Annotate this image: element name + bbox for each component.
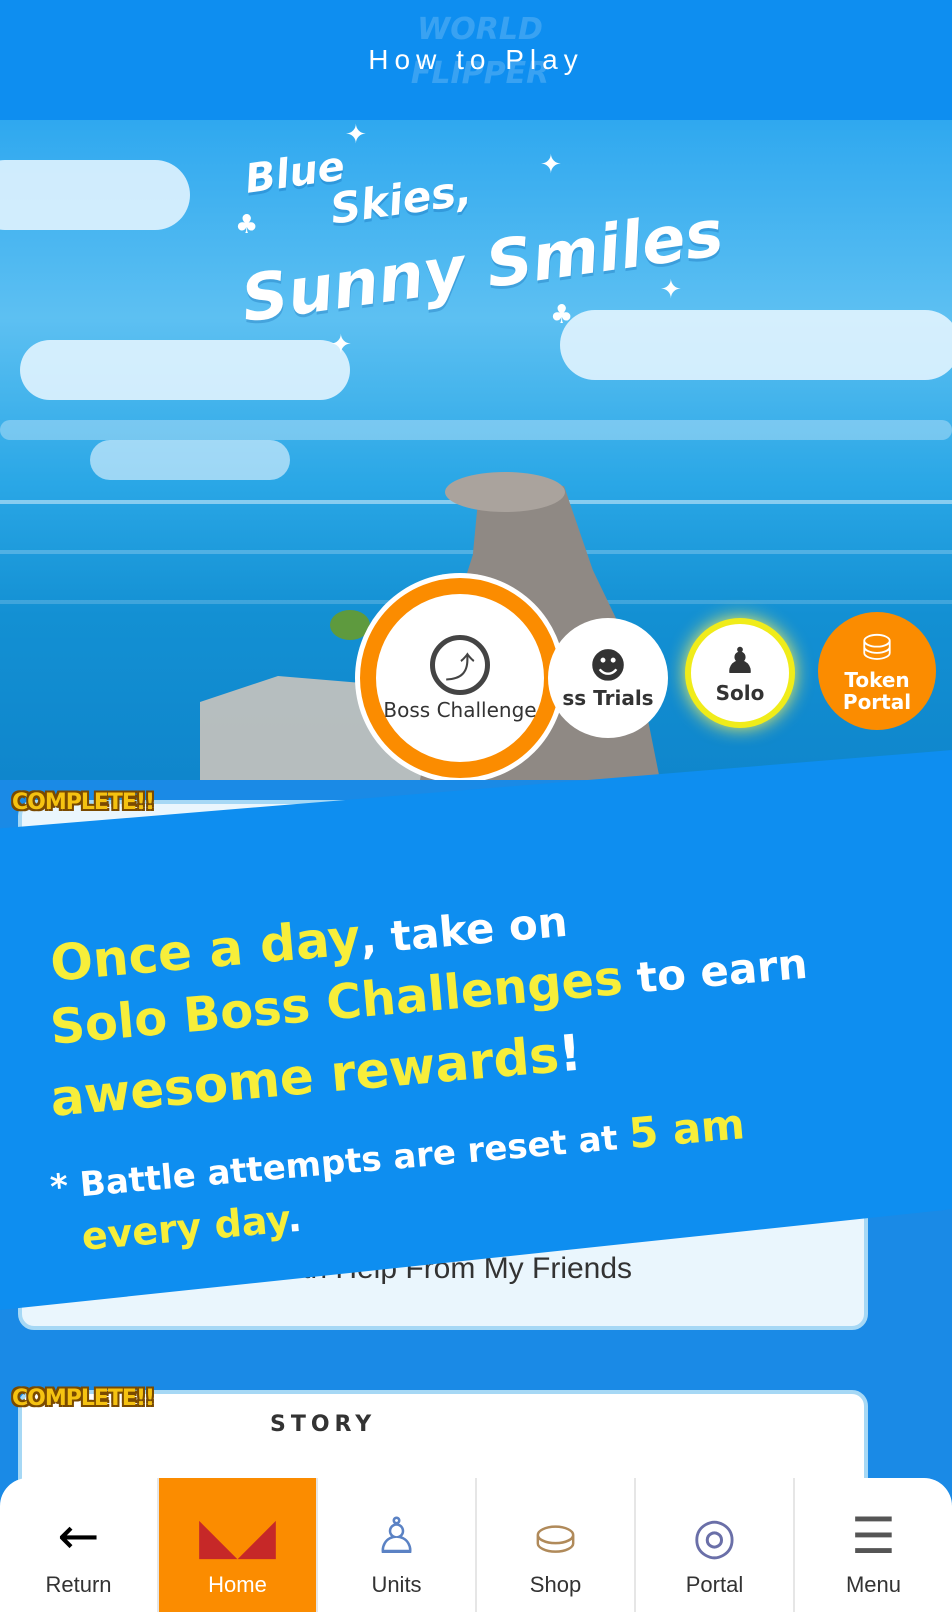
- complete-badge: COMPLETE!!: [12, 790, 155, 815]
- nav-label: Units: [371, 1572, 422, 1597]
- story-label: STORY: [270, 1412, 377, 1437]
- sparkle-icon: ✦: [540, 150, 562, 180]
- boss-challenge-label: Boss Challenge: [383, 698, 537, 722]
- event-scene: Blue Skies, Sunny Smiles ✦ ✦ ♣ ♣ ✦ ✦ ⤴ B…: [0, 120, 952, 780]
- sparkle-icon: ✦: [660, 275, 682, 305]
- shop-bag-icon: ⛀: [534, 1507, 577, 1565]
- bottom-nav: ← Return ◣◢ Home ♙ Units ⛀ Shop ◎ Portal…: [0, 1478, 952, 1612]
- nav-home[interactable]: ◣◢ Home: [157, 1478, 316, 1612]
- sparkle-icon: ✦: [345, 120, 367, 150]
- cloud: [0, 160, 190, 230]
- nav-label: Menu: [845, 1572, 902, 1597]
- portal-gate-icon: ◎: [692, 1507, 737, 1565]
- flipper-icon: ◣◢: [199, 1507, 276, 1565]
- cloud: [560, 310, 952, 380]
- banner-title-line2: Skies,: [327, 165, 475, 234]
- boss-trials-label: ss Trials: [562, 686, 654, 710]
- solo-label: Solo: [715, 681, 765, 705]
- island-greenery: [330, 610, 370, 640]
- token-portal-button[interactable]: ⛁ Token Portal: [818, 612, 936, 730]
- solo-unit-icon: ♟: [723, 641, 757, 682]
- sparkle-icon: ✦: [330, 330, 352, 360]
- back-arrow-icon: ←: [57, 1507, 100, 1565]
- chart-trend-icon: ⤴: [430, 635, 490, 695]
- clover-icon: ♣: [235, 210, 259, 240]
- boss-trials-button[interactable]: ☻ ss Trials: [548, 618, 668, 738]
- nav-label: Shop: [529, 1572, 582, 1597]
- menu-list-icon: ☰: [851, 1507, 896, 1565]
- nav-units[interactable]: ♙ Units: [316, 1478, 475, 1612]
- clover-icon: ♣: [550, 300, 574, 330]
- nav-menu[interactable]: ☰ Menu: [793, 1478, 952, 1612]
- unit-icon: ♙: [374, 1507, 419, 1565]
- nav-label: Portal: [685, 1572, 744, 1597]
- page-title: How to Play: [368, 44, 584, 75]
- nav-label: Return: [45, 1572, 112, 1597]
- boss-challenge-button[interactable]: ⤴ Boss Challenge: [360, 578, 560, 778]
- demon-face-icon: ☻: [589, 646, 627, 687]
- promo-highlight: 5 am: [626, 1099, 747, 1159]
- nav-shop[interactable]: ⛀ Shop: [475, 1478, 634, 1612]
- header-bar: WORLD FLIPPER How to Play: [0, 0, 952, 120]
- token-portal-label: Token Portal: [842, 668, 912, 714]
- solo-button[interactable]: ♟ Solo: [685, 618, 795, 728]
- cloud: [20, 340, 350, 400]
- nav-portal[interactable]: ◎ Portal: [634, 1478, 793, 1612]
- volcano-crater: [445, 472, 565, 512]
- cloud: [90, 440, 290, 480]
- cloud: [0, 420, 952, 440]
- complete-badge: COMPLETE!!: [12, 1386, 155, 1411]
- nav-label: Home: [208, 1572, 267, 1597]
- token-bag-icon: ⛁: [861, 628, 893, 669]
- nav-return[interactable]: ← Return: [0, 1478, 157, 1612]
